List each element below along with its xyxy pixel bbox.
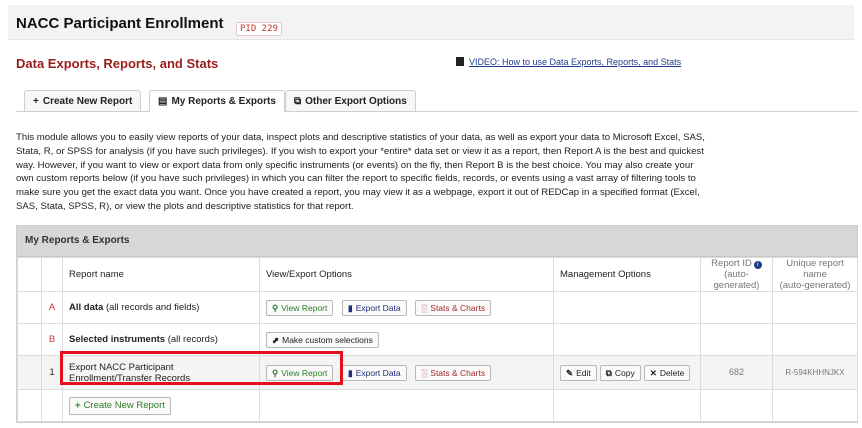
unique-name-cell — [772, 323, 858, 356]
row-spacer — [17, 323, 42, 356]
search-icon: ⚲ — [272, 302, 279, 313]
report-name-bold: All data — [69, 302, 104, 313]
view-report-button[interactable]: ⚲ View Report — [266, 364, 334, 381]
unique-name-cell — [772, 389, 858, 422]
pencil-icon: ✎ — [566, 367, 574, 378]
header-cell-label — [41, 257, 63, 292]
export-icon: ⧉ — [294, 96, 302, 107]
report-name-bold: Selected instruments — [69, 334, 166, 345]
unique-name-value: R-594KHHNJKX — [772, 355, 858, 390]
module-description: This module allows you to easily view re… — [16, 132, 705, 212]
row-spacer — [17, 291, 42, 324]
view-export-cell — [259, 389, 554, 422]
header-cell-empty — [17, 257, 42, 292]
row-spacer — [17, 355, 42, 390]
make-custom-selections-button[interactable]: ⬈ Make custom selections — [266, 331, 379, 348]
row-label — [41, 389, 63, 422]
file-icon: ▮ — [348, 302, 353, 313]
file-icon: ▮ — [348, 367, 353, 378]
chart-icon: ░ — [421, 302, 428, 313]
header-report-name: Report name — [62, 257, 260, 292]
project-title: NACC Participant Enrollment — [16, 15, 224, 32]
plus-icon: + — [33, 96, 39, 107]
unique-name-cell — [772, 291, 858, 324]
table-header-row: Report name View/Export Options Manageme… — [17, 257, 858, 292]
header-unique-name-sub: (auto-generated) — [779, 280, 851, 291]
view-export-cell: ⚲ View Report ▮ Export Data ░ Stats & Chart… — [259, 355, 554, 390]
stats-charts-button[interactable]: ░ Stats & Charts — [415, 364, 492, 381]
header-management: Management Options — [553, 257, 701, 292]
management-cell: ✎ Edit ⧉ Copy ✕ Delete — [553, 355, 701, 390]
report-id-cell — [700, 323, 773, 356]
plus-icon: + — [75, 399, 81, 411]
cursor-icon: ⬈ — [272, 334, 280, 345]
header-unique-name: Unique report name (auto-generated) — [772, 257, 858, 292]
video-link[interactable]: VIDEO: How to use Data Exports, Reports,… — [456, 57, 681, 67]
export-data-button[interactable]: ▮ Export Data — [342, 299, 407, 316]
header-report-id-label: Report ID — [711, 258, 752, 269]
table-row: B Selected instruments (all records) ⬈ Ma… — [17, 323, 858, 356]
page-title: Data Exports, Reports, and Stats — [16, 56, 219, 71]
tab-my-reports[interactable]: ▤ My Reports & Exports — [149, 90, 285, 112]
report-id-cell — [700, 389, 773, 422]
header-report-id-sub: (auto-generated) — [713, 269, 760, 291]
reports-grid: My Reports & Exports Report name View/Ex… — [16, 225, 858, 423]
table-row: 1 Export NACC Participant Enrollment/Tra… — [17, 355, 858, 390]
report-id-cell — [700, 291, 773, 324]
grid-title: My Reports & Exports — [17, 226, 857, 257]
delete-button[interactable]: ✕ Delete — [643, 364, 691, 381]
tab-label: Other Export Options — [305, 96, 407, 107]
stats-charts-button[interactable]: ░ Stats & Charts — [415, 299, 492, 316]
view-export-cell: ⬈ Make custom selections — [259, 323, 554, 356]
edit-button[interactable]: ✎ Edit — [560, 364, 597, 381]
tab-create-new-report[interactable]: + Create New Report — [24, 90, 142, 111]
report-name: All data (all records and fields) — [62, 291, 260, 324]
info-icon[interactable]: i — [753, 261, 762, 269]
pid-badge: PID 229 — [236, 22, 282, 36]
header-view-export: View/Export Options — [259, 257, 554, 292]
report-name: Export NACC Participant Enrollment/Trans… — [62, 355, 260, 390]
report-name: Selected instruments (all records) — [62, 323, 260, 356]
copy-button[interactable]: ⧉ Copy — [599, 364, 641, 381]
chart-icon: ░ — [421, 367, 428, 378]
row-label: 1 — [41, 355, 63, 390]
create-cell: + Create New Report — [62, 389, 260, 422]
header-unique-name-label: Unique report name — [786, 258, 844, 280]
management-cell — [553, 291, 701, 324]
create-new-report-button[interactable]: + Create New Report — [69, 396, 171, 415]
tab-other-export-options[interactable]: ⧉ Other Export Options — [285, 90, 416, 111]
report-name-rest: (all records and fields) — [103, 302, 200, 313]
report-name-rest: (all records) — [165, 334, 218, 345]
header-report-id: Report ID i (auto-generated) — [700, 257, 773, 292]
table-row: + Create New Report — [17, 389, 858, 422]
reports-table: Report name View/Export Options Manageme… — [17, 257, 858, 422]
copy-icon: ⧉ — [605, 367, 612, 378]
row-label: A — [41, 291, 63, 324]
management-cell — [553, 389, 701, 422]
tabs-baseline — [16, 111, 858, 112]
tab-label: Create New Report — [42, 96, 133, 107]
video-link-text[interactable]: VIDEO: How to use Data Exports, Reports,… — [469, 57, 681, 67]
view-report-button[interactable]: ⚲ View Report — [266, 299, 334, 316]
search-icon: ⚲ — [272, 367, 279, 378]
management-cell — [553, 323, 701, 356]
view-export-cell: ⚲ View Report ▮ Export Data ░ Stats & Chart… — [259, 291, 554, 324]
table-row: A All data (all records and fields) ⚲ Vie… — [17, 291, 858, 324]
report-icon: ▤ — [158, 96, 168, 107]
row-label: B — [41, 323, 63, 356]
tab-label: My Reports & Exports — [171, 96, 276, 107]
row-spacer — [17, 389, 42, 422]
close-icon: ✕ — [649, 367, 657, 378]
report-id-value: 682 — [700, 355, 773, 390]
project-titlebar: NACC Participant Enrollment PID 229 — [8, 5, 854, 40]
export-data-button[interactable]: ▮ Export Data — [342, 364, 407, 381]
film-icon — [456, 57, 464, 66]
